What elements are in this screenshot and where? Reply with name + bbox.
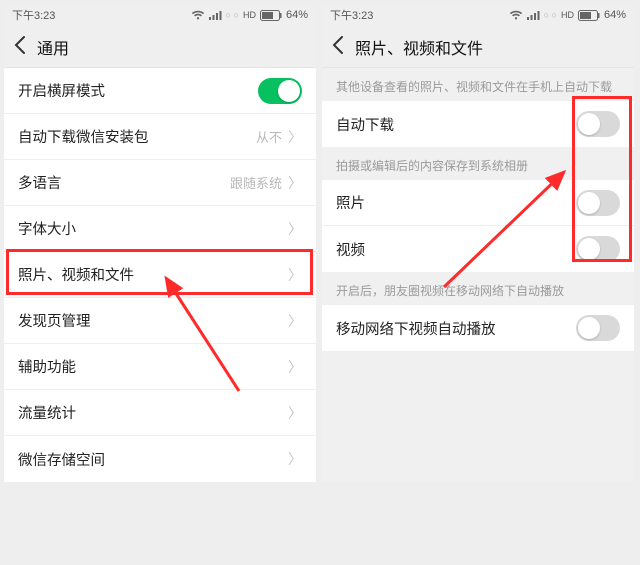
settings-list: 开启横屏模式 自动下载微信安装包 从不 〉 多语言 跟随系统 〉 字体大小 〉: [4, 68, 316, 482]
signal-icon: [209, 10, 222, 20]
nav-header: 通用: [4, 26, 316, 68]
back-icon[interactable]: [332, 36, 343, 58]
chevron-right-icon: 〉: [288, 127, 302, 147]
row-label: 移动网络下视频自动播放: [336, 318, 496, 339]
chevron-right-icon: 〉: [288, 403, 302, 423]
chevron-right-icon: 〉: [288, 449, 302, 469]
row-videos[interactable]: 视频: [322, 226, 634, 272]
section-caption: 其他设备查看的照片、视频和文件在手机上自动下载: [322, 68, 634, 101]
row-storage[interactable]: 微信存储空间 〉: [4, 436, 316, 482]
row-label: 辅助功能: [18, 356, 76, 377]
row-label: 自动下载微信安装包: [18, 126, 149, 147]
chevron-right-icon: 〉: [288, 357, 302, 377]
status-time: 下午3:23: [330, 7, 373, 23]
row-value: 跟随系统: [230, 173, 282, 192]
section-caption: 拍摄或编辑后的内容保存到系统相册: [322, 147, 634, 180]
battery-icon: [260, 10, 282, 21]
chevron-right-icon: 〉: [288, 219, 302, 239]
row-accessibility[interactable]: 辅助功能 〉: [4, 344, 316, 390]
signal-icon: [527, 10, 540, 20]
chevron-right-icon: 〉: [288, 173, 302, 193]
chevron-right-icon: 〉: [288, 311, 302, 331]
row-auto-download[interactable]: 自动下载: [322, 101, 634, 147]
page-title: 照片、视频和文件: [355, 35, 483, 59]
row-label: 照片、视频和文件: [18, 264, 134, 285]
battery-pct: 64%: [286, 9, 308, 21]
phone-right: 下午3:23 ○ ○ HD 64% 照片、视频和文件 其他设备查看的照片、视频和…: [322, 4, 634, 482]
hd-icon: HD: [243, 10, 256, 20]
toggle-autoplay[interactable]: [576, 315, 620, 341]
status-icons: ○ ○ HD 64%: [509, 9, 626, 21]
back-icon[interactable]: [14, 36, 25, 58]
battery-pct: 64%: [604, 9, 626, 21]
row-label: 开启横屏模式: [18, 80, 105, 101]
status-bar: 下午3:23 ○ ○ HD 64%: [322, 4, 634, 26]
wifi-icon: [191, 10, 205, 20]
hd-icon: HD: [561, 10, 574, 20]
section-caption: 开启后，朋友圈视频在移动网络下自动播放: [322, 272, 634, 305]
row-auto-download-pkg[interactable]: 自动下载微信安装包 从不 〉: [4, 114, 316, 160]
row-autoplay[interactable]: 移动网络下视频自动播放: [322, 305, 634, 351]
status-time: 下午3:23: [12, 7, 55, 23]
phone-left: 下午3:23 ○ ○ HD 64% 通用 开启横屏模式 自动下载微信安装包: [4, 4, 316, 482]
row-media-files[interactable]: 照片、视频和文件 〉: [4, 252, 316, 298]
row-discover[interactable]: 发现页管理 〉: [4, 298, 316, 344]
toggle-photos[interactable]: [576, 190, 620, 216]
row-label: 多语言: [18, 172, 62, 193]
status-bar: 下午3:23 ○ ○ HD 64%: [4, 4, 316, 26]
page-title: 通用: [37, 35, 69, 59]
row-font-size[interactable]: 字体大小 〉: [4, 206, 316, 252]
row-data-usage[interactable]: 流量统计 〉: [4, 390, 316, 436]
row-label: 微信存储空间: [18, 449, 105, 470]
toggle-landscape[interactable]: [258, 78, 302, 104]
toggle-videos[interactable]: [576, 236, 620, 262]
row-label: 流量统计: [18, 402, 76, 423]
row-landscape-mode[interactable]: 开启横屏模式: [4, 68, 316, 114]
row-language[interactable]: 多语言 跟随系统 〉: [4, 160, 316, 206]
row-label: 发现页管理: [18, 310, 91, 331]
row-label: 自动下载: [336, 114, 394, 135]
wifi-icon: [509, 10, 523, 20]
chevron-right-icon: 〉: [288, 265, 302, 285]
row-label: 照片: [336, 192, 365, 213]
toggle-auto-download[interactable]: [576, 111, 620, 137]
row-value: 从不: [256, 127, 282, 146]
battery-icon: [578, 10, 600, 21]
row-photos[interactable]: 照片: [322, 180, 634, 226]
row-label: 视频: [336, 239, 365, 260]
nav-header: 照片、视频和文件: [322, 26, 634, 68]
row-label: 字体大小: [18, 218, 76, 239]
status-icons: ○ ○ HD 64%: [191, 9, 308, 21]
